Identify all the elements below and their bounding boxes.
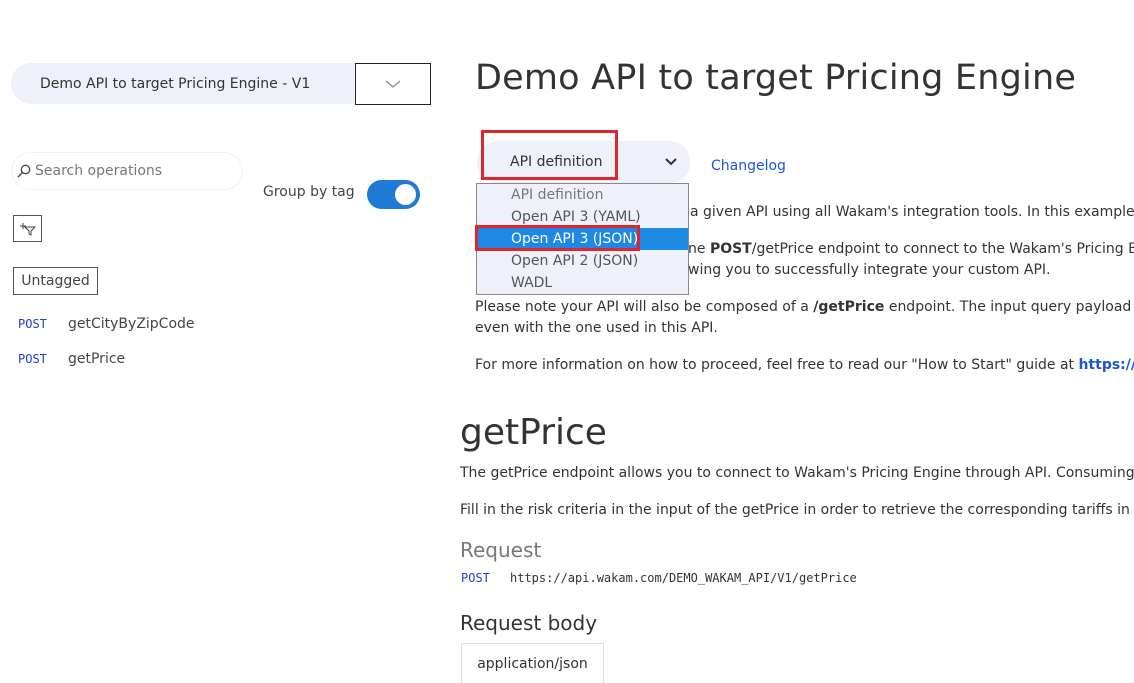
search-operations-input[interactable]: Search operations: [11, 152, 243, 190]
intro-line-2-pre: ne: [688, 241, 710, 257]
search-placeholder: Search operations: [35, 163, 163, 179]
content-type-label: application/json: [477, 655, 588, 672]
section-paragraph-1: The getPrice endpoint allows you to conn…: [460, 465, 1134, 481]
section-title: getPrice: [460, 412, 607, 453]
chevron-down-icon: [665, 158, 677, 166]
intro-line-6: For more information on how to proceed, …: [475, 357, 1134, 373]
api-selector[interactable]: Demo API to target Pricing Engine - V1: [11, 63, 356, 104]
intro-line-3: wing you to successfully integrate your …: [688, 262, 1051, 278]
chevron-down-icon: [385, 80, 401, 88]
changelog-link[interactable]: Changelog: [711, 158, 786, 174]
intro-line-5: even with the one used in this API.: [475, 320, 718, 336]
group-by-tag-label: Group by tag: [263, 184, 355, 200]
dropdown-option-openapi3-yaml[interactable]: Open API 3 (YAML): [477, 206, 688, 228]
content-type-tab[interactable]: application/json: [461, 643, 604, 683]
method-badge: POST: [18, 317, 47, 331]
dropdown-option-openapi3-json[interactable]: Open API 3 (JSON): [477, 228, 688, 250]
request-url-row: POST https://api.wakam.com/DEMO_WAKAM_AP…: [461, 571, 857, 585]
dropdown-option-api-definition[interactable]: API definition: [477, 184, 688, 206]
dropdown-option-openapi2-json[interactable]: Open API 2 (JSON): [477, 250, 688, 272]
section-paragraph-2: Fill in the risk criteria in the input o…: [460, 502, 1134, 518]
filter-icon: [19, 222, 36, 236]
intro-line-4-pre: Please note your API will also be compos…: [475, 299, 814, 315]
operation-name: getCityByZipCode: [68, 316, 195, 332]
toggle-knob: [395, 184, 416, 205]
operation-name: getPrice: [68, 351, 126, 367]
intro-line-2: ne POST/getPrice endpoint to connect to …: [688, 241, 1134, 257]
api-selector-toggle-button[interactable]: [355, 63, 431, 105]
request-method: POST: [461, 571, 490, 585]
request-url: https://api.wakam.com/DEMO_WAKAM_API/V1/…: [510, 571, 857, 585]
intro-line-2-tail: /getPrice endpoint to connect to the Wak…: [751, 241, 1134, 257]
operation-item-getprice[interactable]: POST getPrice: [18, 351, 125, 367]
intro-line-4: Please note your API will also be compos…: [475, 299, 1134, 315]
intro-line-4-tail: endpoint. The input query payload wi: [884, 299, 1134, 315]
how-to-start-link[interactable]: https://de: [1078, 357, 1134, 373]
group-by-tag-toggle[interactable]: [367, 180, 420, 209]
api-definition-select[interactable]: API definition: [477, 141, 690, 183]
api-definition-select-value: API definition: [510, 154, 603, 170]
api-definition-dropdown: API definition Open API 3 (YAML) Open AP…: [476, 183, 689, 295]
request-body-heading: Request body: [460, 611, 598, 635]
intro-line-1: a given API using all Wakam's integratio…: [690, 204, 1134, 220]
search-icon: [17, 164, 31, 178]
intro-line-4-bold: /getPrice: [813, 299, 885, 315]
tag-untagged[interactable]: Untagged: [13, 267, 98, 295]
page-title: Demo API to target Pricing Engine: [475, 58, 1077, 98]
dropdown-option-wadl[interactable]: WADL: [477, 272, 688, 294]
intro-line-2-bold: POST: [709, 241, 752, 257]
method-badge: POST: [18, 352, 47, 366]
request-heading: Request: [460, 538, 542, 562]
intro-line-6-pre: For more information on how to proceed, …: [475, 357, 1079, 373]
tag-label: Untagged: [21, 273, 90, 289]
filter-button[interactable]: [13, 215, 42, 242]
api-selector-label: Demo API to target Pricing Engine - V1: [40, 75, 311, 92]
operation-item-getcitybyzipcode[interactable]: POST getCityByZipCode: [18, 316, 195, 332]
